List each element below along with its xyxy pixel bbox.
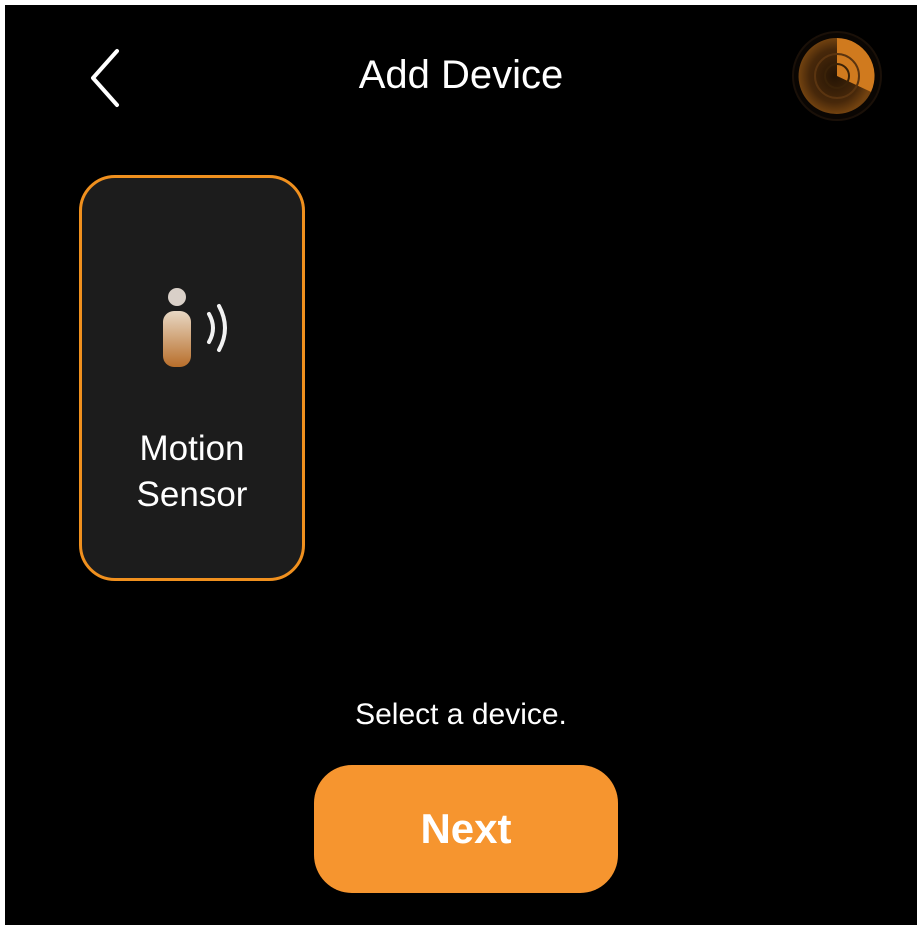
- device-label-line1: Motion: [139, 429, 245, 468]
- hint-text: Select a device.: [355, 698, 567, 731]
- device-card-motion-sensor[interactable]: Motion Sensor: [79, 175, 305, 581]
- device-grid: Motion Sensor: [79, 175, 305, 581]
- device-label-line2: Sensor: [136, 475, 248, 514]
- page-title: Add Device: [358, 53, 564, 97]
- motion-sensor-icon: [163, 288, 227, 367]
- app-screen: Add Device Motion Sensor Select a device…: [5, 5, 917, 925]
- device-label: Motion Sensor: [92, 426, 292, 518]
- radar-spinner-icon[interactable]: [791, 30, 883, 122]
- next-button[interactable]: Next: [314, 765, 618, 893]
